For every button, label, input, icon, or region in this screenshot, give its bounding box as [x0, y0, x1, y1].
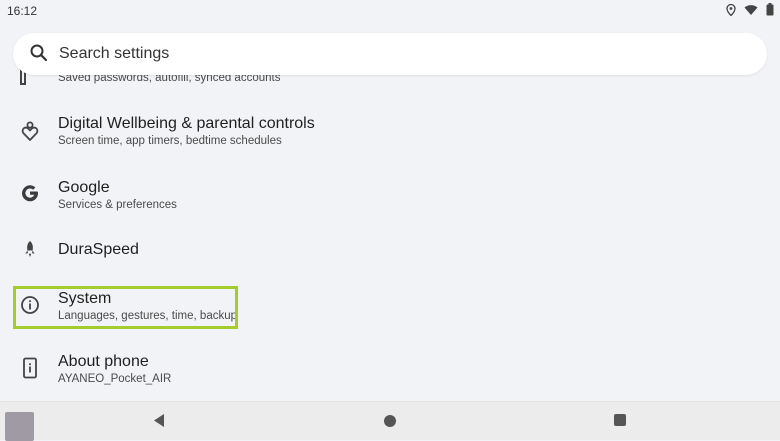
wellbeing-icon: [21, 121, 39, 141]
settings-item-summary: AYANEO_Pocket_AIR: [58, 373, 172, 385]
phone-icon: [23, 357, 37, 379]
navigation-bar: [0, 401, 780, 441]
settings-item-title: Digital Wellbeing & parental controls: [58, 115, 315, 132]
settings-item-summary: Screen time, app timers, bedtime schedul…: [58, 135, 282, 147]
selection-highlight: [13, 286, 238, 329]
settings-item-title: About phone: [58, 353, 149, 370]
location-icon: [726, 3, 736, 16]
battery-icon: [766, 3, 774, 16]
search-bar[interactable]: Search settings: [13, 33, 767, 75]
status-icons: [726, 3, 774, 16]
settings-item-duraspeed[interactable]: DuraSpeed: [0, 236, 780, 292]
status-time: 16:12: [7, 4, 38, 18]
settings-item-digital-wellbeing[interactable]: Digital Wellbeing & parental controls Sc…: [0, 110, 780, 166]
back-icon[interactable]: [152, 413, 166, 428]
settings-item-google[interactable]: Google Services & preferences: [0, 173, 780, 229]
settings-item-about-phone[interactable]: About phone AYANEO_Pocket_AIR: [0, 348, 780, 404]
google-icon: [22, 185, 39, 202]
home-icon[interactable]: [384, 415, 396, 427]
settings-item-summary: Services & preferences: [58, 199, 177, 211]
search-input[interactable]: Search settings: [59, 45, 169, 63]
recents-icon[interactable]: [614, 414, 626, 426]
app-thumbnail[interactable]: [5, 412, 34, 441]
scrolled-off-text: [58, 10, 62, 18]
rocket-icon: [25, 241, 35, 257]
settings-item-title: Google: [58, 179, 110, 196]
settings-item-title: DuraSpeed: [58, 241, 139, 258]
search-icon: [30, 44, 48, 62]
status-bar: 16:12: [0, 0, 780, 22]
wifi-icon: [744, 4, 758, 15]
